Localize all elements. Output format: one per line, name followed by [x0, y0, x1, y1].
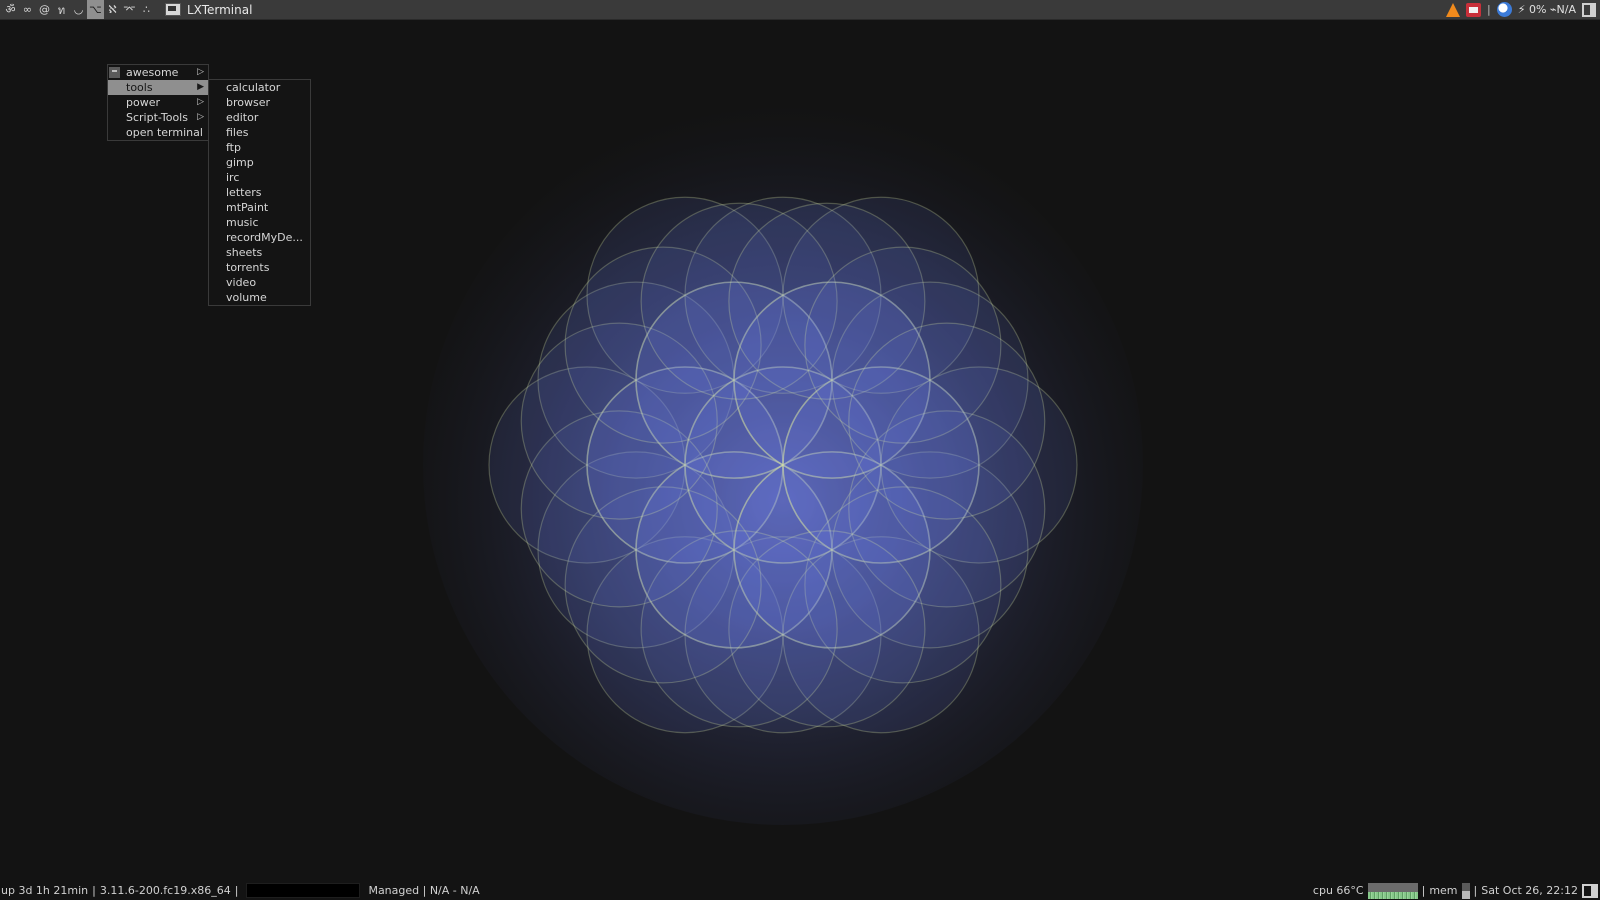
- menu-item-label: Script-Tools: [126, 111, 188, 124]
- clock-widget[interactable]: Sat Oct 26, 22:12: [1481, 884, 1578, 897]
- tag-7[interactable]: ℵ: [104, 0, 121, 19]
- submenu-item-torrents[interactable]: torrents: [209, 260, 310, 275]
- menu-item-label: open terminal: [126, 126, 203, 139]
- menu-item-script-tools[interactable]: Script-Tools ▷: [108, 110, 208, 125]
- menu-item-label: tools: [126, 81, 153, 94]
- submenu-item-irc[interactable]: irc: [209, 170, 310, 185]
- tag-8[interactable]: ⌤: [121, 0, 138, 19]
- main-menu: awesome ▷ tools ▶ power ▷ Script-Tools ▷…: [107, 64, 209, 141]
- menu-item-power[interactable]: power ▷: [108, 95, 208, 110]
- submenu-item-gimp[interactable]: gimp: [209, 155, 310, 170]
- terminal-icon: [165, 3, 181, 16]
- mem-bar: [1461, 882, 1470, 899]
- submenu-arrow-icon: ▶: [197, 82, 204, 92]
- layout-switcher-icon[interactable]: [1582, 883, 1598, 898]
- submenu-arrow-icon: ▷: [197, 97, 204, 107]
- submenu-item-letters[interactable]: letters: [209, 185, 310, 200]
- network-status-widget: Managed | N/A - N/A: [368, 884, 480, 897]
- redacted-block: [246, 883, 361, 898]
- submenu-item-ftp[interactable]: ftp: [209, 140, 310, 155]
- submenu-item-calculator[interactable]: calculator: [209, 80, 310, 95]
- task-title: LXTerminal: [187, 2, 253, 17]
- menu-item-open-terminal[interactable]: open terminal: [108, 125, 208, 140]
- uptime-widget: up 3d 1h 21min: [1, 884, 89, 897]
- vlc-icon[interactable]: [1446, 2, 1461, 17]
- tag-5[interactable]: ◡: [70, 0, 87, 19]
- tasklist-item-lxterminal[interactable]: LXTerminal: [161, 0, 256, 19]
- menu-item-label: power: [126, 96, 160, 109]
- kernel-widget: 3.11.6-200.fc19.x86_64: [99, 884, 231, 897]
- menu-item-label: awesome: [126, 66, 179, 79]
- submenu-arrow-icon: ▷: [197, 112, 204, 122]
- submenu-item-files[interactable]: files: [209, 125, 310, 140]
- bottom-bar: up 3d 1h 21min | 3.11.6-200.fc19.x86_64 …: [0, 881, 1600, 900]
- network-icon[interactable]: [1496, 2, 1512, 17]
- tray-separator: |: [1487, 3, 1491, 16]
- cpu-graph: [1367, 882, 1418, 899]
- tag-6-active[interactable]: ⌥: [87, 0, 104, 19]
- wallpaper-circle: [848, 322, 1046, 520]
- separator: |: [92, 884, 96, 897]
- cpu-temp-widget: cpu 66°C: [1312, 884, 1364, 897]
- mem-label: mem: [1429, 884, 1458, 897]
- separator: |: [1473, 884, 1478, 897]
- tag-4[interactable]: ท: [53, 0, 70, 19]
- separator: |: [234, 884, 239, 897]
- submenu-item-sheets[interactable]: sheets: [209, 245, 310, 260]
- tag-1[interactable]: ॐ: [2, 0, 19, 19]
- top-bar: ॐ ∞ @ ท ◡ ⌥ ℵ ⌤ ∴ LXTerminal | ⚡ 0% ⌁N/A: [0, 0, 1600, 20]
- submenu-item-video[interactable]: video: [209, 275, 310, 290]
- tag-9[interactable]: ∴: [138, 0, 155, 19]
- submenu-arrow-icon: ▷: [197, 67, 204, 77]
- submenu-item-browser[interactable]: browser: [209, 95, 310, 110]
- layout-icon[interactable]: [1582, 2, 1596, 17]
- submenu-item-editor[interactable]: editor: [209, 110, 310, 125]
- tag-list: ॐ ∞ @ ท ◡ ⌥ ℵ ⌤ ∴: [0, 0, 155, 19]
- separator: |: [1421, 884, 1426, 897]
- submenu-item-recordmydesktop[interactable]: recordMyDe...: [209, 230, 310, 245]
- menu-item-tools[interactable]: tools ▶: [108, 80, 208, 95]
- tools-submenu: calculator browser editor files ftp gimp…: [208, 79, 311, 306]
- battery-status: ⚡ 0% ⌁N/A: [1517, 3, 1576, 16]
- wallpaper-flower-pattern: [423, 105, 1143, 825]
- tag-3[interactable]: @: [36, 0, 53, 19]
- system-tray: | ⚡ 0% ⌁N/A: [1446, 0, 1600, 19]
- mail-icon[interactable]: [1466, 2, 1482, 17]
- tag-2[interactable]: ∞: [19, 0, 36, 19]
- submenu-item-music[interactable]: music: [209, 215, 310, 230]
- submenu-item-volume[interactable]: volume: [209, 290, 310, 305]
- submenu-item-mtpaint[interactable]: mtPaint: [209, 200, 310, 215]
- menu-item-awesome[interactable]: awesome ▷: [108, 65, 208, 80]
